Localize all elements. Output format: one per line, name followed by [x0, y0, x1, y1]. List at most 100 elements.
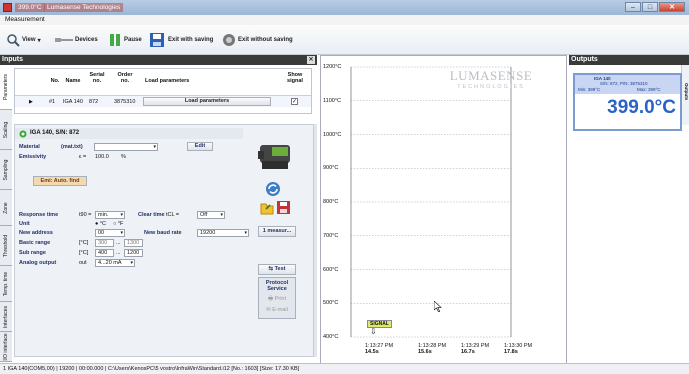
- output-card[interactable]: IGA 140 S/N: 872, P/N: 3875310 Min: 399°…: [573, 73, 682, 131]
- view-button[interactable]: View ▾: [6, 32, 41, 48]
- row-serial: 872: [89, 99, 99, 105]
- outputs-side-tab[interactable]: Outputs: [681, 83, 689, 113]
- unit-c-radio[interactable]: ● °C: [95, 221, 106, 227]
- outputs-title: Outputs: [571, 56, 598, 63]
- tab-threshold[interactable]: Threshold: [0, 226, 12, 266]
- pause-label: Pause: [124, 37, 142, 43]
- response-time-symbol: t90 =: [79, 212, 92, 218]
- analog-output-select[interactable]: 4...20 mA: [95, 259, 135, 267]
- emissivity-value[interactable]: 100.0: [95, 154, 109, 160]
- basic-range-label: Basic range: [19, 240, 51, 246]
- device-settings-panel: IGA 140, S/N: 872 Material (mat.txt) Edi…: [14, 124, 314, 357]
- sub-range-min[interactable]: 400: [95, 249, 114, 257]
- temperature-chart[interactable]: LUMASENSE TECHNOLOGIES SIGNAL ⇩ 1200°C 11…: [320, 55, 567, 365]
- tab-parameters[interactable]: Parameters: [0, 65, 12, 110]
- unit-label: Unit: [19, 221, 30, 227]
- minimize-button[interactable]: –: [625, 2, 641, 12]
- menu-measurement[interactable]: Measurement: [5, 16, 45, 23]
- inputs-panel-header: Inputs ✕: [0, 55, 317, 65]
- email-button[interactable]: ✉ E-mail: [262, 307, 292, 313]
- title-bar: 399.0°C Lumasense Technologies – □ ✕: [0, 0, 689, 15]
- basic-range-min: 300: [95, 239, 114, 247]
- x-tick-label: 1:13:27 PM 14.5s: [365, 343, 394, 355]
- output-temperature-value: 399.0°C: [607, 97, 676, 118]
- device-title: IGA 140, S/N: 872: [30, 130, 80, 136]
- edit-material-button[interactable]: Edit: [187, 142, 213, 151]
- response-time-select[interactable]: min.: [95, 211, 125, 219]
- material-unit: (mat.txt): [61, 144, 83, 150]
- close-icon[interactable]: ✕: [307, 56, 315, 64]
- pause-button[interactable]: Pause: [108, 32, 142, 48]
- maximize-button[interactable]: □: [642, 2, 658, 12]
- tab-zone[interactable]: Zone: [0, 190, 12, 226]
- col-header-load: Load parameters: [145, 78, 190, 84]
- col-header-show: Show signal: [287, 72, 303, 84]
- close-button[interactable]: ✕: [659, 2, 685, 12]
- devices-icon: [55, 38, 73, 42]
- exit-without-label: Exit without saving: [238, 37, 293, 43]
- save-icon[interactable]: [277, 201, 290, 214]
- material-select[interactable]: [94, 143, 158, 151]
- y-tick-label: 400°C: [323, 334, 339, 340]
- outputs-panel-header: Outputs: [569, 55, 689, 65]
- output-serial: S/N: 872, P/N: 3875310: [600, 81, 648, 86]
- material-label: Material: [19, 144, 40, 150]
- test-button[interactable]: ⇆ Test: [258, 264, 296, 275]
- col-header-serial: Serial no.: [89, 72, 105, 84]
- show-signal-checkbox[interactable]: ✓: [291, 98, 298, 105]
- range-separator: ...: [116, 240, 121, 246]
- clear-time-label: Clear time: [138, 212, 165, 218]
- y-tick-label: 700°C: [323, 232, 339, 239]
- y-tick-label: 500°C: [323, 300, 339, 307]
- tab-sampling[interactable]: Sampling: [0, 150, 12, 190]
- tab-io-interface[interactable]: I/O interface: [0, 332, 12, 362]
- emissivity-symbol: ε =: [79, 154, 87, 160]
- open-folder-icon[interactable]: [260, 201, 274, 215]
- toolbar: View ▾ Devices Pause Exit with saving Ex…: [0, 25, 689, 55]
- tab-scaling[interactable]: Scaling: [0, 110, 12, 150]
- y-tick-label: 600°C: [323, 266, 339, 273]
- clear-time-select[interactable]: Off: [197, 211, 225, 219]
- measure-button[interactable]: 1 measur...: [258, 226, 296, 237]
- load-parameters-button[interactable]: Load parameters: [143, 97, 271, 106]
- new-address-select[interactable]: 00: [95, 229, 125, 237]
- y-tick-label: 800°C: [323, 199, 339, 205]
- output-min: Min: 399°C: [578, 87, 601, 92]
- response-time-label: Response time: [19, 212, 59, 218]
- exit-saving-button[interactable]: Exit with saving: [150, 32, 213, 48]
- analog-output-label: Analog output: [19, 260, 57, 266]
- arrow-down-icon: ⇩: [370, 327, 377, 336]
- menu-bar: Measurement: [0, 15, 689, 25]
- status-text: 1 IGA 140(COM5,00) | 19200 | 00:00.000 |…: [3, 366, 300, 372]
- y-tick-label: 1200°C: [323, 64, 342, 70]
- refresh-icon[interactable]: [265, 181, 281, 197]
- status-bar: 1 IGA 140(COM5,00) | 19200 | 00:00.000 |…: [0, 363, 689, 374]
- exit-saving-label: Exit with saving: [168, 37, 214, 43]
- y-tick-label: 1100°C: [323, 97, 341, 104]
- table-row[interactable]: ▶ #1 IGA 140 872 3875310 Load parameters…: [15, 95, 311, 107]
- devices-label: Devices: [75, 37, 98, 43]
- sub-range-max[interactable]: 1200: [124, 249, 143, 257]
- emi-auto-find-button[interactable]: Emi: Auto. find: [33, 176, 87, 186]
- app-icon: [3, 3, 12, 12]
- x-tick-label: 1:13:28 PM 15.6s: [418, 343, 447, 355]
- mouse-cursor-icon: [434, 301, 442, 312]
- view-label: View: [22, 37, 36, 43]
- unit-f-radio[interactable]: ○ °F: [113, 221, 123, 227]
- range-separator: ...: [116, 250, 121, 256]
- protocol-service-button[interactable]: Protocol Service: [259, 280, 295, 292]
- baud-rate-label: New baud rate: [144, 230, 182, 236]
- devices-button[interactable]: Devices: [55, 32, 98, 48]
- print-button[interactable]: 🖶 Print: [262, 295, 292, 304]
- lumasense-logo: LUMASENSE TECHNOLOGIES: [449, 68, 533, 90]
- sub-range-unit: [°C]: [79, 250, 89, 256]
- exit-without-saving-button[interactable]: Exit without saving: [222, 32, 293, 48]
- basic-range-unit: [°C]: [79, 240, 89, 246]
- chart-canvas: [350, 66, 512, 338]
- analog-output-symbol: out: [79, 260, 87, 266]
- x-tick-label: 1:13:30 PM 17.8s: [504, 343, 533, 355]
- window-title-app: Lumasense Technologies: [44, 3, 124, 12]
- new-address-label: New address: [19, 230, 53, 236]
- baud-rate-select[interactable]: 19200: [197, 229, 249, 237]
- printer-icon: 🖶: [267, 296, 275, 302]
